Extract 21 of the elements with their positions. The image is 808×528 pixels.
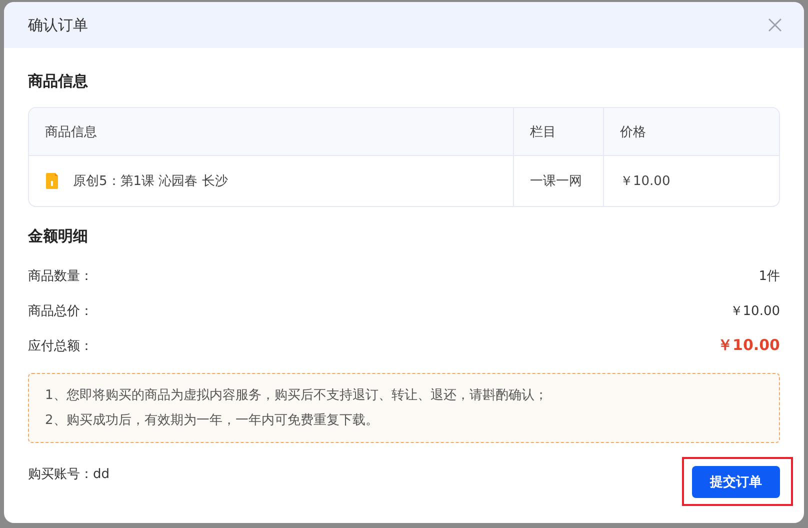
column-header: 栏目 [514, 108, 604, 155]
dialog-title: 确认订单 [28, 16, 88, 34]
notice-text: 2、购买成功后，有效期为一年，一年内可免费重复下载。 [45, 412, 380, 430]
amount-label: 应付总额： [28, 338, 93, 354]
amount-value: 1件 [758, 268, 780, 284]
section-title: 金额明细 [28, 227, 89, 246]
amount-label: 商品数量： [28, 268, 93, 284]
account-text: 购买账号：dd [28, 466, 110, 483]
amount-value: ￥10.00 [730, 302, 780, 320]
submit-button[interactable]: 提交订单 [692, 466, 780, 498]
table-cell-text: ￥10.00 [619, 173, 672, 191]
amount-value: ￥10.00 [718, 336, 780, 355]
notice-text: 1、您即将购买的商品为虚拟内容服务，购买后不支持退订、转让、退还，请斟酌确认； [45, 387, 548, 405]
product-name: 原创5：第1课 沁园春 长沙 [73, 173, 228, 190]
document-icon [45, 172, 59, 190]
table-cell: 一课一网 [514, 156, 604, 206]
section-title: 商品信息 [28, 72, 89, 91]
column-header: 价格 [619, 124, 647, 142]
amount-label: 商品总价： [28, 302, 93, 320]
column-header: 商品信息 [29, 108, 514, 155]
close-icon[interactable] [768, 18, 782, 32]
